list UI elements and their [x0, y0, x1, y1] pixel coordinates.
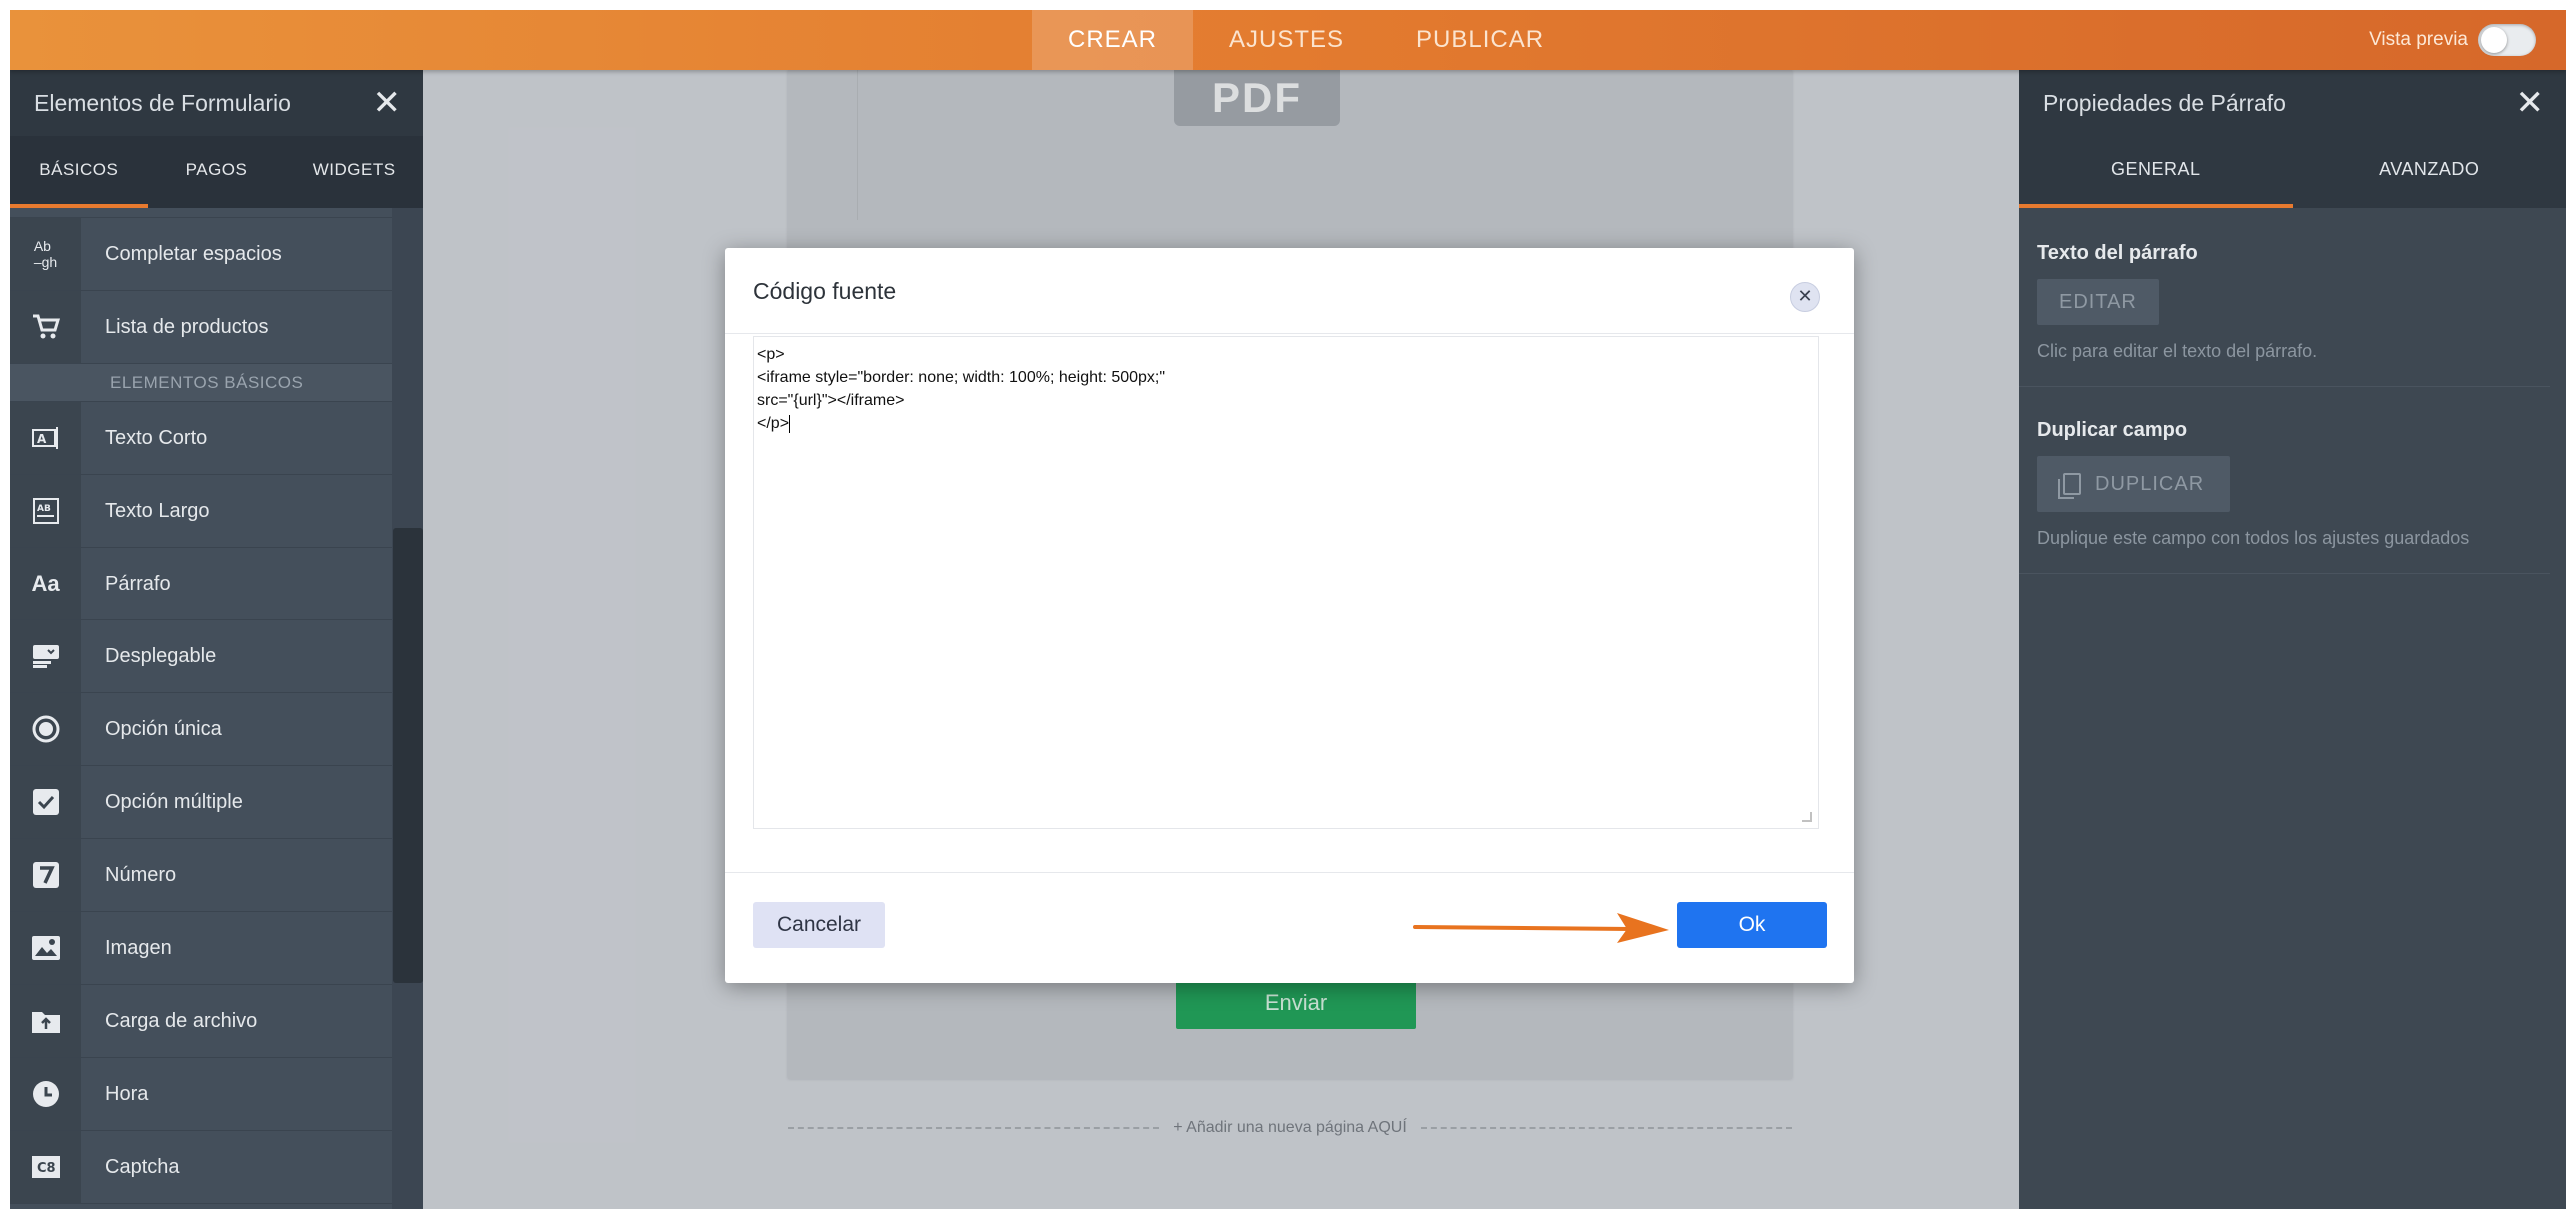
element-label: Número — [105, 863, 177, 886]
section-title: Duplicar campo — [2037, 419, 2188, 441]
preview-toggle[interactable] — [2478, 24, 2536, 56]
element-label: Hora — [105, 1082, 149, 1105]
element-label: Lista de productos — [105, 315, 269, 338]
number-icon — [10, 839, 81, 911]
ok-button[interactable]: Ok — [1677, 902, 1827, 948]
duplicate-button[interactable]: DUPLICAR — [2037, 456, 2231, 512]
form-elements-header: Elementos de Formulario ✕ — [10, 70, 423, 136]
svg-text:AB: AB — [37, 504, 51, 514]
source-code-modal: Código fuente ✕ <p> <iframe style="borde… — [725, 248, 1854, 983]
element-product-list[interactable]: Lista de productos — [10, 291, 392, 364]
top-bar: CREAR AJUSTES PUBLICAR Vista previa — [10, 10, 2566, 70]
svg-text:A: A — [37, 432, 47, 446]
properties-header: Propiedades de Párrafo ✕ — [2019, 70, 2566, 136]
element-checkbox[interactable]: Opción múltiple — [10, 766, 392, 839]
preview-control: Vista previa — [2369, 10, 2536, 70]
tab-pagos[interactable]: PAGOS — [148, 136, 286, 208]
preview-label: Vista previa — [2369, 29, 2468, 50]
element-list: Ab –gh Completar espacios Lista de produc… — [10, 208, 392, 1209]
nav-crear[interactable]: CREAR — [1032, 10, 1194, 70]
list-top-spacer — [10, 208, 392, 218]
duplicate-icon — [2058, 473, 2081, 499]
paragraph-text-section: Texto del párrafo EDITAR Clic para edita… — [2019, 208, 2550, 387]
source-code-textarea[interactable]: <p> <iframe style="border: none; width: … — [753, 336, 1819, 829]
form-elements-title: Elementos de Formulario — [34, 89, 291, 116]
properties-tabs: GENERAL AVANZADO — [2019, 136, 2566, 208]
checkbox-icon — [10, 766, 81, 838]
paragraph-icon: Aa — [10, 548, 81, 619]
element-file-upload[interactable]: Carga de archivo — [10, 985, 392, 1058]
nav-ajustes[interactable]: AJUSTES — [1193, 10, 1380, 70]
element-radio[interactable]: Opción única — [10, 693, 392, 766]
code-line: <p> — [757, 346, 785, 363]
element-number[interactable]: Número — [10, 839, 392, 912]
element-label: Texto Largo — [105, 499, 210, 522]
close-icon[interactable]: ✕ — [373, 86, 402, 120]
fill-blanks-icon: Ab –gh — [10, 218, 81, 290]
element-label: Imagen — [105, 936, 172, 959]
modal-title: Código fuente — [753, 278, 897, 304]
element-short-text[interactable]: A Texto Corto — [10, 402, 392, 475]
tab-widgets[interactable]: WIDGETS — [285, 136, 423, 208]
short-text-icon: A — [10, 402, 81, 474]
section-title: Texto del párrafo — [2037, 242, 2198, 264]
duplicate-field-section: Duplicar campo DUPLICAR Duplique este ca… — [2019, 387, 2550, 574]
tab-basicos[interactable]: BÁSICOS — [10, 136, 148, 208]
element-label: Completar espacios — [105, 242, 282, 265]
code-line: <iframe style="border: none; width: 100%… — [757, 369, 1166, 386]
element-captcha[interactable]: C8 Captcha — [10, 1131, 392, 1204]
element-fill-blanks[interactable]: Ab –gh Completar espacios — [10, 218, 392, 291]
tab-avanzado[interactable]: AVANZADO — [2293, 136, 2567, 208]
cart-icon — [10, 291, 81, 363]
app-window: CREAR AJUSTES PUBLICAR Vista previa Elem… — [10, 10, 2566, 1209]
properties-title: Propiedades de Párrafo — [2043, 89, 2286, 116]
dropdown-icon — [10, 620, 81, 692]
element-label: Captcha — [105, 1155, 180, 1178]
section-description: Duplique este campo con todos los ajuste… — [2037, 528, 2470, 548]
tab-general[interactable]: GENERAL — [2019, 136, 2293, 208]
element-paragraph[interactable]: Aa Párrafo — [10, 548, 392, 620]
modal-header: Código fuente ✕ — [725, 248, 1854, 334]
resize-handle[interactable] — [1802, 812, 1812, 822]
element-image[interactable]: Imagen — [10, 912, 392, 985]
cancel-button[interactable]: Cancelar — [753, 902, 885, 948]
radio-icon — [10, 693, 81, 765]
edit-button[interactable]: EDITAR — [2037, 279, 2159, 325]
scrollbar-thumb[interactable] — [393, 528, 423, 983]
element-time[interactable]: Hora — [10, 1058, 392, 1131]
element-label: Opción múltiple — [105, 790, 243, 813]
clock-icon — [10, 1058, 81, 1130]
element-label: Texto Corto — [105, 426, 208, 449]
main-nav: CREAR AJUSTES PUBLICAR — [1032, 10, 1580, 70]
element-label: Párrafo — [105, 572, 171, 595]
text-caret — [789, 414, 791, 433]
long-text-icon: AB — [10, 475, 81, 547]
code-line-text: </p> — [757, 415, 790, 432]
captcha-icon: C8 — [10, 1131, 81, 1203]
code-line-last: </p> — [757, 412, 1815, 435]
modal-footer: Cancelar Ok — [725, 872, 1854, 983]
form-elements-panel: Elementos de Formulario ✕ BÁSICOS PAGOS … — [10, 70, 423, 1209]
svg-text:C8: C8 — [37, 1161, 56, 1176]
properties-panel: Propiedades de Párrafo ✕ GENERAL AVANZAD… — [2019, 70, 2566, 1209]
nav-publicar[interactable]: PUBLICAR — [1380, 10, 1580, 70]
arrow-pointer-icon — [1413, 913, 1669, 943]
duplicate-label: DUPLICAR — [2095, 472, 2205, 495]
element-dropdown[interactable]: Desplegable — [10, 620, 392, 693]
image-icon — [10, 912, 81, 984]
toggle-knob — [2481, 27, 2507, 53]
upload-icon — [10, 985, 81, 1057]
close-icon[interactable]: ✕ — [1790, 282, 1820, 312]
element-tabs: BÁSICOS PAGOS WIDGETS — [10, 136, 423, 208]
close-icon[interactable]: ✕ — [2516, 86, 2545, 120]
code-line: src="{url}"></iframe> — [757, 392, 905, 409]
left-scrollbar[interactable] — [392, 208, 423, 1209]
element-long-text[interactable]: AB Texto Largo — [10, 475, 392, 548]
element-label: Opción única — [105, 717, 222, 740]
section-description: Clic para editar el texto del párrafo. — [2037, 341, 2318, 361]
element-label: Desplegable — [105, 644, 217, 667]
element-label: Carga de archivo — [105, 1009, 258, 1032]
section-basic-elements: ELEMENTOS BÁSICOS — [10, 364, 392, 402]
